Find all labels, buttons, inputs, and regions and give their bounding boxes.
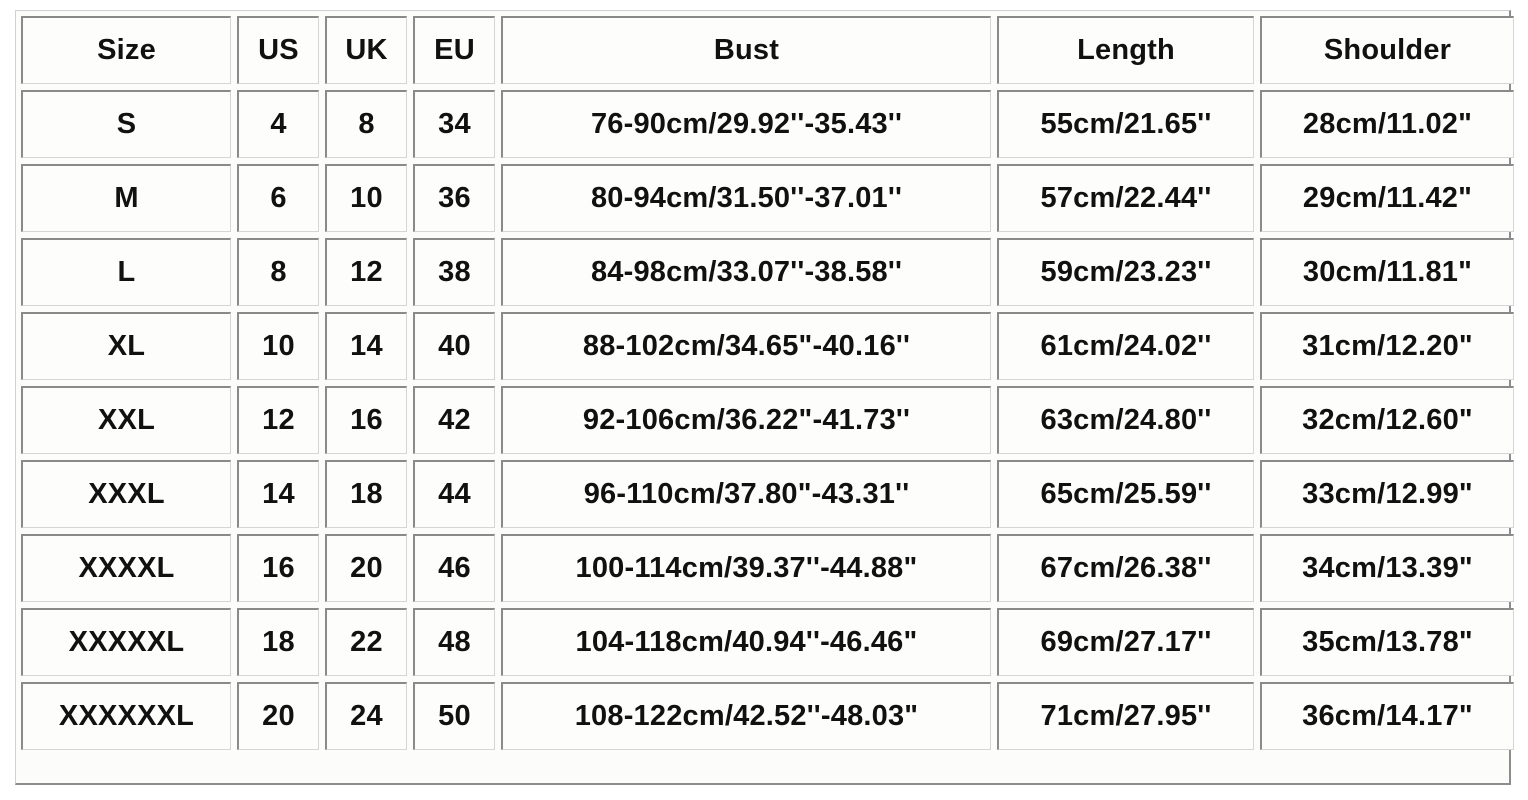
table-row: XXXXXXL 20 24 50 108-122cm/42.52''-48.03" 71c…: [21, 682, 1514, 750]
cell-size: XXXXXXL: [21, 682, 231, 750]
cell-bust: 84-98cm/33.07''-38.58'': [501, 238, 991, 306]
cell-shoulder: 36cm/14.17": [1260, 682, 1514, 750]
cell-shoulder: 33cm/12.99": [1260, 460, 1514, 528]
cell-us: 4: [237, 90, 319, 158]
cell-uk: 8: [325, 90, 407, 158]
cell-uk: 24: [325, 682, 407, 750]
cell-size: XXL: [21, 386, 231, 454]
cell-shoulder: 29cm/11.42": [1260, 164, 1514, 232]
cell-uk: 12: [325, 238, 407, 306]
cell-eu: 34: [413, 90, 495, 158]
cell-eu: 38: [413, 238, 495, 306]
table-row: XXXL 14 18 44 96-110cm/37.80"-43.31'' 65cm/25…: [21, 460, 1514, 528]
cell-us: 12: [237, 386, 319, 454]
table-row: M 6 10 36 80-94cm/31.50''-37.01'' 57cm/22.44'…: [21, 164, 1514, 232]
cell-us: 8: [237, 238, 319, 306]
cell-length: 59cm/23.23'': [997, 238, 1254, 306]
cell-eu: 50: [413, 682, 495, 750]
cell-length: 61cm/24.02'': [997, 312, 1254, 380]
cell-shoulder: 30cm/11.81": [1260, 238, 1514, 306]
header-shoulder: Shoulder: [1260, 16, 1514, 84]
size-chart-table: Size US UK EU Bust Length Shoulder S 4 8 34…: [15, 10, 1520, 756]
table-row: S 4 8 34 76-90cm/29.92''-35.43'' 55cm/21.65''…: [21, 90, 1514, 158]
cell-bust: 92-106cm/36.22"-41.73'': [501, 386, 991, 454]
cell-us: 6: [237, 164, 319, 232]
cell-bust: 76-90cm/29.92''-35.43'': [501, 90, 991, 158]
table-body: S 4 8 34 76-90cm/29.92''-35.43'' 55cm/21.65''…: [21, 90, 1514, 750]
cell-us: 16: [237, 534, 319, 602]
cell-uk: 18: [325, 460, 407, 528]
table-row: L 8 12 38 84-98cm/33.07''-38.58'' 59cm/23.23'…: [21, 238, 1514, 306]
header-bust: Bust: [501, 16, 991, 84]
cell-size: L: [21, 238, 231, 306]
table-row: XL 10 14 40 88-102cm/34.65"-40.16'' 61cm/24.0…: [21, 312, 1514, 380]
cell-bust: 88-102cm/34.65"-40.16'': [501, 312, 991, 380]
cell-us: 18: [237, 608, 319, 676]
cell-shoulder: 34cm/13.39": [1260, 534, 1514, 602]
cell-uk: 22: [325, 608, 407, 676]
cell-us: 10: [237, 312, 319, 380]
cell-size: S: [21, 90, 231, 158]
cell-eu: 46: [413, 534, 495, 602]
header-uk: UK: [325, 16, 407, 84]
cell-bust: 100-114cm/39.37''-44.88": [501, 534, 991, 602]
cell-size: M: [21, 164, 231, 232]
cell-eu: 44: [413, 460, 495, 528]
cell-uk: 16: [325, 386, 407, 454]
cell-shoulder: 35cm/13.78": [1260, 608, 1514, 676]
table-row: XXXXXL 18 22 48 104-118cm/40.94''-46.46" 69cm…: [21, 608, 1514, 676]
cell-uk: 20: [325, 534, 407, 602]
cell-length: 67cm/26.38'': [997, 534, 1254, 602]
cell-eu: 42: [413, 386, 495, 454]
cell-bust: 108-122cm/42.52''-48.03": [501, 682, 991, 750]
cell-bust: 104-118cm/40.94''-46.46": [501, 608, 991, 676]
cell-shoulder: 28cm/11.02": [1260, 90, 1514, 158]
table-row: XXXXL 16 20 46 100-114cm/39.37''-44.88" 67cm/…: [21, 534, 1514, 602]
header-row: Size US UK EU Bust Length Shoulder: [21, 16, 1514, 84]
cell-eu: 36: [413, 164, 495, 232]
header-eu: EU: [413, 16, 495, 84]
cell-length: 71cm/27.95'': [997, 682, 1254, 750]
cell-length: 57cm/22.44'': [997, 164, 1254, 232]
header-size: Size: [21, 16, 231, 84]
cell-eu: 40: [413, 312, 495, 380]
cell-bust: 96-110cm/37.80"-43.31'': [501, 460, 991, 528]
cell-size: XXXXL: [21, 534, 231, 602]
header-us: US: [237, 16, 319, 84]
cell-uk: 10: [325, 164, 407, 232]
cell-length: 65cm/25.59'': [997, 460, 1254, 528]
table-row: XXL 12 16 42 92-106cm/36.22"-41.73'' 63cm/24.…: [21, 386, 1514, 454]
cell-length: 55cm/21.65'': [997, 90, 1254, 158]
cell-size: XL: [21, 312, 231, 380]
cell-shoulder: 31cm/12.20": [1260, 312, 1514, 380]
cell-length: 69cm/27.17'': [997, 608, 1254, 676]
cell-size: XXXXXL: [21, 608, 231, 676]
header-length: Length: [997, 16, 1254, 84]
cell-us: 20: [237, 682, 319, 750]
cell-us: 14: [237, 460, 319, 528]
cell-eu: 48: [413, 608, 495, 676]
cell-uk: 14: [325, 312, 407, 380]
cell-shoulder: 32cm/12.60": [1260, 386, 1514, 454]
cell-size: XXXL: [21, 460, 231, 528]
cell-bust: 80-94cm/31.50''-37.01'': [501, 164, 991, 232]
cell-length: 63cm/24.80'': [997, 386, 1254, 454]
